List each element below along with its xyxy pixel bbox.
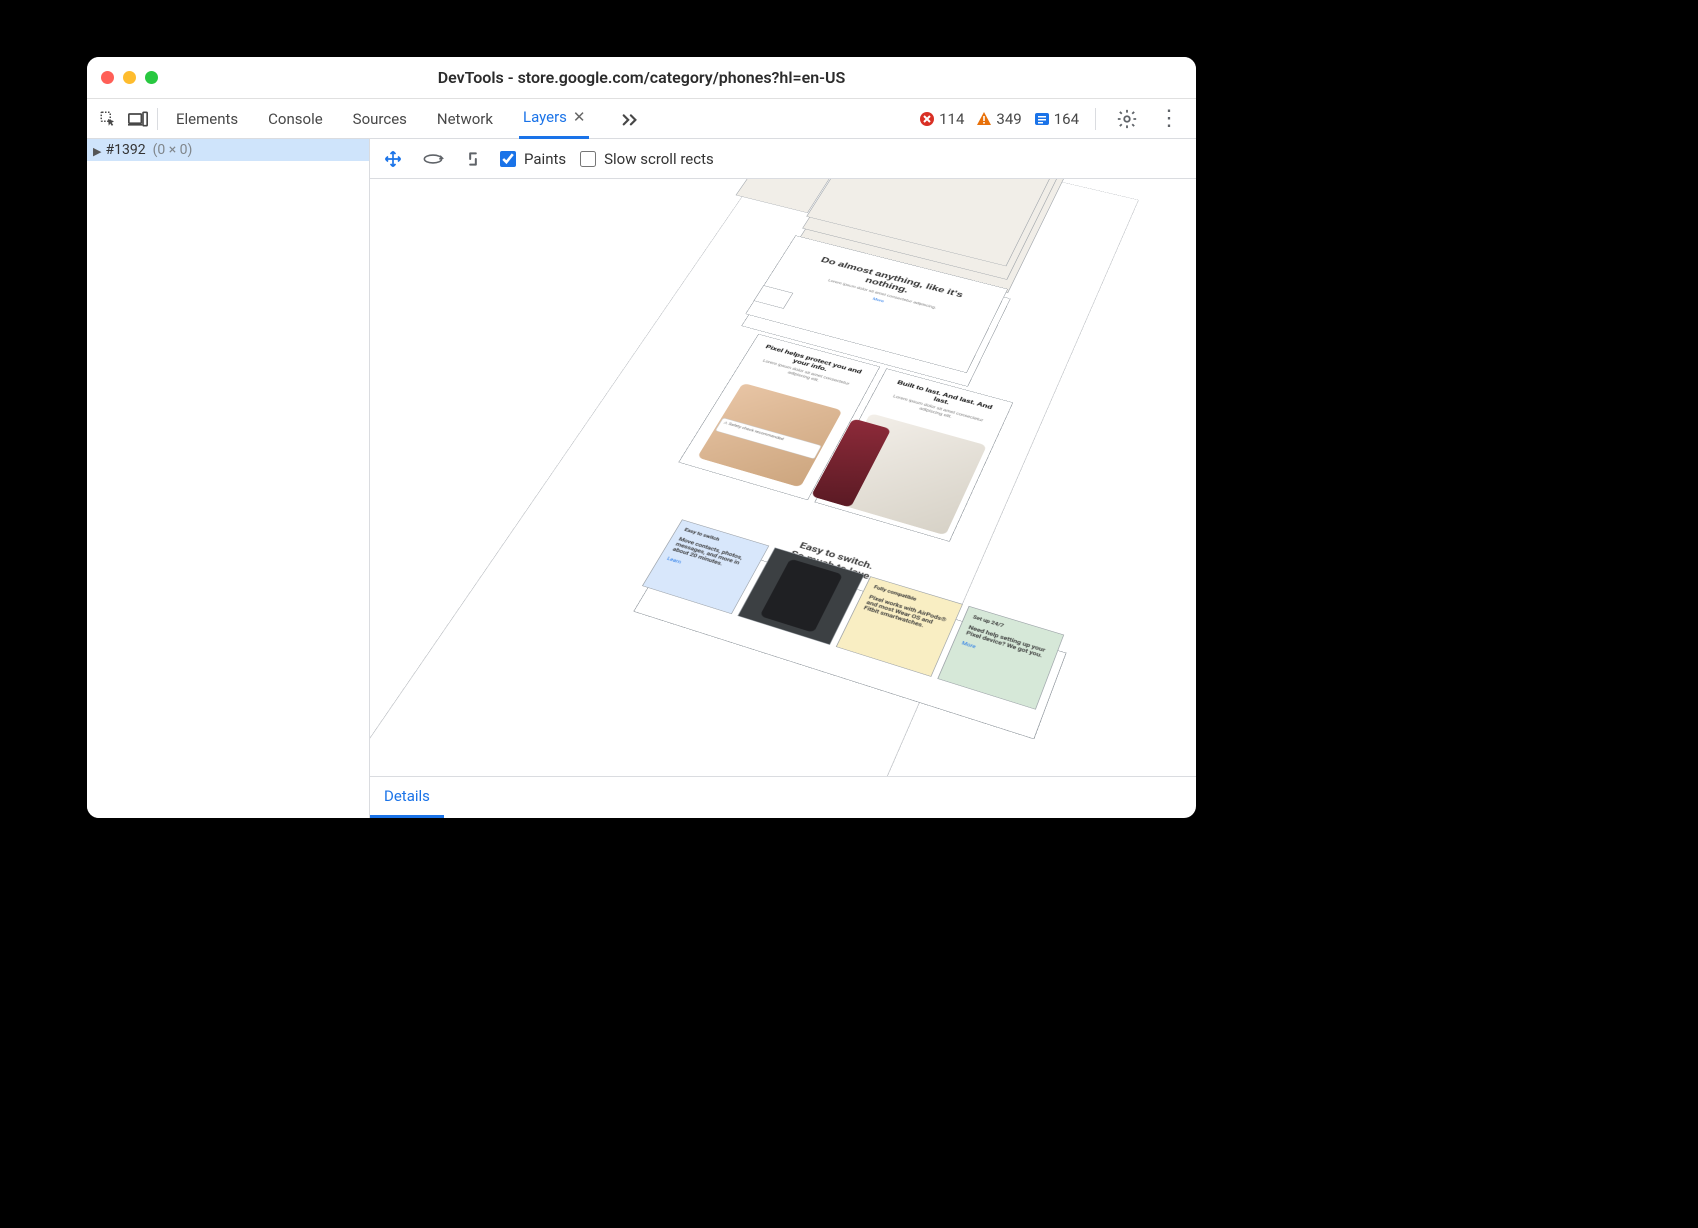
slow-scroll-label: Slow scroll rects	[604, 150, 714, 168]
window-controls	[101, 71, 158, 84]
settings-icon[interactable]	[1112, 104, 1142, 134]
more-tabs-icon[interactable]	[621, 112, 639, 126]
info-icon	[1034, 111, 1050, 127]
devtools-window: DevTools - store.google.com/category/pho…	[87, 57, 1196, 818]
slow-scroll-checkbox-input[interactable]	[580, 151, 596, 167]
minimize-window-button[interactable]	[123, 71, 136, 84]
layers-view-controls: Paints Slow scroll rects	[370, 139, 1196, 179]
panel-tabs: Elements Console Sources Network Layers …	[172, 99, 639, 139]
layer-dimensions: (0 × 0)	[153, 142, 193, 158]
layers-3d-viewport[interactable]: Extraordinary camera. Effortless editing…	[370, 179, 1196, 776]
reset-view-icon[interactable]	[460, 146, 486, 172]
paints-checkbox-input[interactable]	[500, 151, 516, 167]
tab-elements[interactable]: Elements	[172, 99, 242, 139]
paints-label: Paints	[524, 150, 566, 168]
info-count-value: 164	[1054, 110, 1079, 128]
close-tab-icon[interactable]: ✕	[573, 108, 586, 126]
info-count[interactable]: 164	[1034, 110, 1079, 128]
tab-network[interactable]: Network	[433, 99, 497, 139]
close-window-button[interactable]	[101, 71, 114, 84]
disclosure-triangle-icon[interactable]: ▶	[93, 145, 101, 158]
error-count-value: 114	[939, 110, 964, 128]
devtools-toolbar: Elements Console Sources Network Layers …	[87, 99, 1196, 139]
details-panel: Details	[370, 776, 1196, 818]
layers-tree-sidebar[interactable]: ▶ #1392 (0 × 0)	[87, 139, 370, 818]
tab-sources[interactable]: Sources	[349, 99, 411, 139]
tab-console[interactable]: Console	[264, 99, 327, 139]
warning-icon	[976, 111, 992, 127]
more-options-icon[interactable]: ⋮	[1154, 104, 1184, 134]
rotate-mode-icon[interactable]	[420, 146, 446, 172]
toolbar-divider	[157, 108, 158, 130]
warning-count[interactable]: 349	[976, 110, 1021, 128]
device-toolbar-icon[interactable]	[123, 104, 153, 134]
paints-checkbox[interactable]: Paints	[500, 150, 566, 168]
slow-scroll-checkbox[interactable]: Slow scroll rects	[580, 150, 714, 168]
tab-layers-label: Layers	[523, 108, 567, 126]
toolbar-divider	[1095, 108, 1096, 130]
pan-mode-icon[interactable]	[380, 146, 406, 172]
error-icon	[919, 111, 935, 127]
inspect-element-icon[interactable]	[93, 104, 123, 134]
window-titlebar: DevTools - store.google.com/category/pho…	[87, 57, 1196, 99]
tab-layers[interactable]: Layers ✕	[519, 99, 590, 139]
details-tab[interactable]: Details	[370, 777, 444, 818]
fullscreen-window-button[interactable]	[145, 71, 158, 84]
layer-id: #1392	[105, 142, 145, 158]
warning-count-value: 349	[996, 110, 1021, 128]
error-count[interactable]: 114	[919, 110, 964, 128]
layer-tree-item[interactable]: ▶ #1392 (0 × 0)	[87, 139, 369, 161]
window-title: DevTools - store.google.com/category/pho…	[87, 68, 1196, 87]
